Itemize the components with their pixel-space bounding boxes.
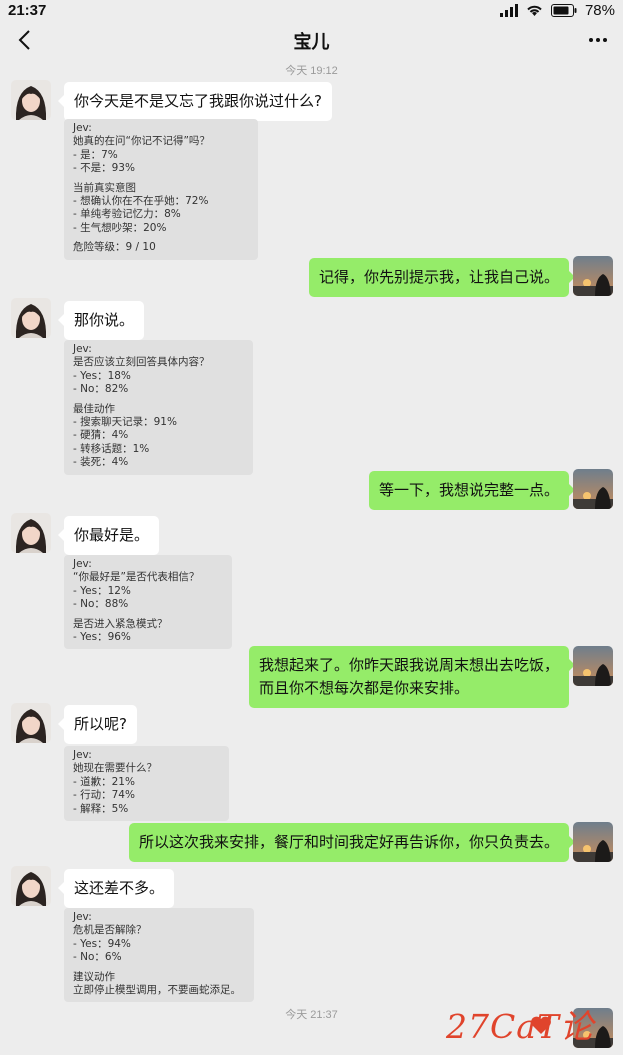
message-bubble-self[interactable]: 我想起来了。你昨天跟我说周末想出去吃饭， 而且你不想每次都是你来安排。 [248, 646, 576, 708]
jev-note-line: 危机是否解除？ [73, 924, 147, 937]
jev-note-line: - Yes：18% [73, 369, 131, 382]
jev-note-header: Jev: [73, 122, 92, 134]
avatar-girl-icon [11, 80, 51, 120]
jev-note-line: - Yes：12% [73, 584, 131, 597]
avatar-contact[interactable] [11, 513, 51, 553]
jev-note: Jev: 是否应该立刻回答具体内容？ - Yes：18% - No：82% 最佳… [64, 340, 253, 475]
jev-note-line: - No：6% [73, 951, 122, 964]
status-icons: 78% [499, 2, 615, 19]
jev-note-line: - 单纯考验记忆力：8% [73, 208, 181, 221]
jev-note-line: - 搜索聊天记录：91% [73, 416, 177, 429]
avatar-girl-icon [11, 513, 51, 553]
jev-note-line: 立即停止模型调用，不要画蛇添足。 [73, 984, 241, 997]
message-bubble-contact[interactable]: 所以呢? [58, 705, 137, 744]
jev-note-line: 最佳动作 [73, 402, 115, 415]
jev-note-line: 危险等级：9 / 10 [73, 241, 156, 254]
avatar-contact[interactable] [11, 703, 51, 743]
jev-note-line: - 道歉：21% [73, 775, 135, 788]
status-time: 21:37 [8, 2, 47, 19]
status-bar: 21:37 78% [0, 0, 623, 22]
jev-note-line: - 硬猜：4% [73, 429, 129, 442]
jev-note-group: “你最好是”是否代表相信？ - Yes：12% - No：88% [73, 571, 224, 611]
jev-note-line: - Yes：94% [73, 937, 131, 950]
jev-note-line: - 解释：5% [73, 802, 129, 815]
jev-note-header: Jev: [73, 911, 92, 923]
avatar-girl-icon [11, 703, 51, 743]
jev-note-line: - 行动：74% [73, 789, 135, 802]
avatar-contact[interactable] [11, 866, 51, 906]
avatar-self[interactable] [573, 256, 613, 296]
avatar-sunset-icon [573, 256, 613, 296]
signal-icon [499, 4, 518, 17]
message-bubble-contact[interactable]: 这还差不多。 [57, 869, 175, 908]
avatar-self[interactable] [573, 469, 613, 509]
jev-note-group: 最佳动作 - 搜索聊天记录：91% - 硬猜：4% - 转移话题：1% - 装死… [73, 403, 245, 470]
jev-note-group: 当前真实意图 - 想确认你在不在乎她：72% - 单纯考验记忆力：8% - 生气… [73, 182, 250, 236]
message-bubble-self[interactable]: 记得，你先别提示我，让我自己说。 [308, 258, 576, 297]
message-bubble-contact[interactable]: 你今天是不是又忘了我跟你说过什么? [58, 82, 332, 121]
jev-note-line: - 不是：93% [73, 162, 135, 175]
avatar-contact[interactable] [11, 298, 51, 338]
jev-note-line: “你最好是”是否代表相信？ [73, 571, 200, 584]
heart-icon [531, 1016, 551, 1034]
jev-note-group: 危机是否解除？ - Yes：94% - No：6% [73, 924, 246, 964]
jev-note-line: 建议动作 [73, 970, 115, 983]
jev-note-line: 她真的在问“你记不记得”吗？ [73, 135, 210, 148]
jev-note-line: - 生气想吵架：20% [73, 221, 167, 234]
jev-note: Jev: 她真的在问“你记不记得”吗？ - 是：7% - 不是：93% 当前真实… [64, 119, 258, 260]
battery-percent: 78% [584, 2, 615, 19]
jev-note-header: Jev: [73, 749, 92, 761]
message-line: 而且你不想每次都是你来安排。 [258, 679, 469, 697]
avatar-sunset-icon [573, 469, 613, 509]
chat-title: 宝儿 [293, 32, 330, 52]
jev-note-line: 当前真实意图 [73, 181, 136, 194]
jev-note-line: - 是：7% [73, 148, 118, 161]
battery-icon [550, 4, 577, 17]
jev-note-line: 是否进入紧急模式？ [73, 617, 168, 630]
avatar-self[interactable] [573, 646, 613, 686]
avatar-girl-icon [11, 298, 51, 338]
jev-note-group: 是否进入紧急模式？ - Yes：96% [73, 618, 224, 645]
avatar-contact[interactable] [11, 80, 51, 120]
jev-note: Jev: 危机是否解除？ - Yes：94% - No：6% 建议动作 立即停止… [64, 908, 254, 1003]
jev-note-header: Jev: [73, 343, 92, 355]
message-bubble-self[interactable]: 所以这次我来安排，餐厅和时间我定好再告诉你，你只负责去。 [128, 823, 576, 862]
jev-note-group: 建议动作 立即停止模型调用，不要画蛇添足。 [73, 971, 246, 998]
avatar-self[interactable] [573, 822, 613, 862]
jev-note-line: - No：88% [73, 598, 129, 611]
message-line: 我想起来了。你昨天跟我说周末想出去吃饭， [258, 656, 559, 674]
jev-note-header: Jev: [73, 558, 92, 570]
jev-note-line: - Yes：96% [73, 631, 131, 644]
jev-note: Jev: 她现在需要什么？ - 道歉：21% - 行动：74% - 解释：5% [64, 746, 229, 822]
jev-note-line: - 装死：4% [73, 456, 129, 469]
avatar-sunset-icon [573, 822, 613, 862]
more-icon[interactable] [587, 32, 609, 48]
jev-note-group: 她现在需要什么？ - 道歉：21% - 行动：74% - 解释：5% [73, 762, 221, 816]
jev-note-group: 危险等级：9 / 10 [73, 241, 250, 254]
chat-header: 宝儿 [0, 22, 623, 58]
message-bubble-contact[interactable]: 你最好是。 [57, 516, 160, 555]
jev-note-line: - No：82% [73, 383, 129, 396]
jev-note-line: 她现在需要什么？ [73, 762, 157, 775]
jev-note-group: 是否应该立刻回答具体内容？ - Yes：18% - No：82% [73, 356, 245, 396]
avatar-girl-icon [11, 866, 51, 906]
message-bubble-contact[interactable]: 那你说。 [57, 301, 145, 340]
jev-note-line: - 转移话题：1% [73, 442, 150, 455]
wifi-icon [527, 5, 542, 16]
jev-note-line: 是否应该立刻回答具体内容？ [73, 356, 210, 369]
avatar-sunset-icon [573, 646, 613, 686]
jev-note-group: 她真的在问“你记不记得”吗？ - 是：7% - 不是：93% [73, 135, 250, 175]
jev-note-line: - 想确认你在不在乎她：72% [73, 195, 209, 208]
message-bubble-self[interactable]: 等一下，我想说完整一点。 [368, 471, 576, 510]
jev-note: Jev: “你最好是”是否代表相信？ - Yes：12% - No：88% 是否… [64, 555, 232, 650]
timestamp: 今天 19:12 [285, 65, 338, 77]
